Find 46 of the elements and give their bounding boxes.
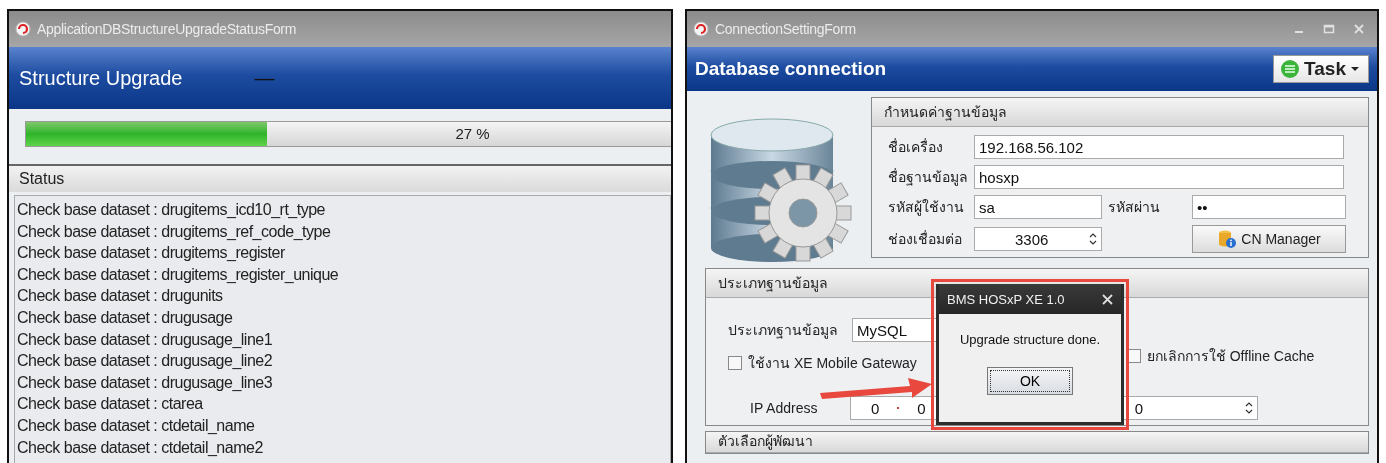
status-line: Check base dataset : drugusage_line1 [17, 329, 273, 350]
status-heading: Status [9, 164, 671, 192]
status-line: Check base dataset : ctdetail_name [17, 415, 255, 436]
field-label: ประเภทฐานข้อมูล [728, 321, 839, 341]
field-label: ชื่อเครื่อง [888, 137, 944, 157]
status-line: Check base dataset : ctarea [17, 394, 203, 415]
password-field[interactable]: •• [1192, 195, 1346, 219]
field-label: รหัสผู้ใช้งาน [888, 198, 965, 218]
field-label: ช่องเชื่อมต่อ [888, 229, 963, 249]
window-title: ApplicationDBStructureUpgradeStatusForm [37, 21, 297, 37]
header-title: Database connection [695, 58, 887, 80]
status-line: Check base dataset : drugusage_line2 [17, 351, 273, 372]
status-line: Check base dataset : drugitems_register_unique [17, 264, 339, 285]
spinner-arrows-icon[interactable] [1089, 232, 1097, 246]
username-field[interactable]: sa [974, 195, 1102, 219]
group-heading: กำหนดค่าฐานข้อมูล [872, 98, 1368, 127]
task-button[interactable]: Task [1273, 55, 1369, 83]
status-line: Check base dataset : ctdetail_name2 [17, 437, 263, 458]
checkbox[interactable]: ใช้งาน XE Mobile Gateway [728, 352, 917, 374]
field-label: ชื่อฐานข้อมูล [888, 167, 969, 188]
status-line: Check base dataset : drugitems_icd10_rt_type [17, 200, 325, 220]
caret-icon [1350, 64, 1360, 74]
status-line: Check base dataset : drugunits [17, 286, 223, 307]
spinner-arrows-icon[interactable] [1245, 401, 1253, 415]
progress-text: 27 % [455, 125, 490, 142]
checkbox[interactable]: ยกเลิกการใช้ Offline Cache [1126, 345, 1315, 367]
field-label: รหัสผ่าน [1107, 198, 1161, 217]
status-line: Check base dataset : drugitems_register [17, 243, 285, 264]
host-field[interactable]: 192.168.56.102 [974, 135, 1344, 159]
close-icon[interactable] [1102, 293, 1113, 305]
checkbox-box[interactable] [728, 356, 742, 370]
maximize-icon[interactable] [1323, 23, 1335, 35]
header-title: Structure Upgrade [19, 66, 183, 90]
database-name-field[interactable]: hosxp [974, 165, 1344, 189]
ok-button[interactable]: OK [987, 367, 1073, 395]
window-title: ConnectionSettingForm [715, 21, 856, 37]
group-heading: ตัวเลือกผู้พัฒนา [706, 432, 1368, 453]
status-line: Check base dataset : drugitems_ref_code_type [17, 221, 331, 242]
database-info-icon [1217, 229, 1238, 249]
field-label: IP Address [749, 400, 819, 416]
header-dash: — [254, 66, 275, 90]
port-spinner[interactable]: 3306 [974, 227, 1102, 251]
list-icon [1280, 59, 1301, 79]
status-line: Check base dataset : drugusage_line3 [17, 372, 273, 393]
cn-manager-button[interactable]: CN Manager [1192, 225, 1346, 253]
status-line: Check base dataset : drugusage [17, 307, 233, 328]
